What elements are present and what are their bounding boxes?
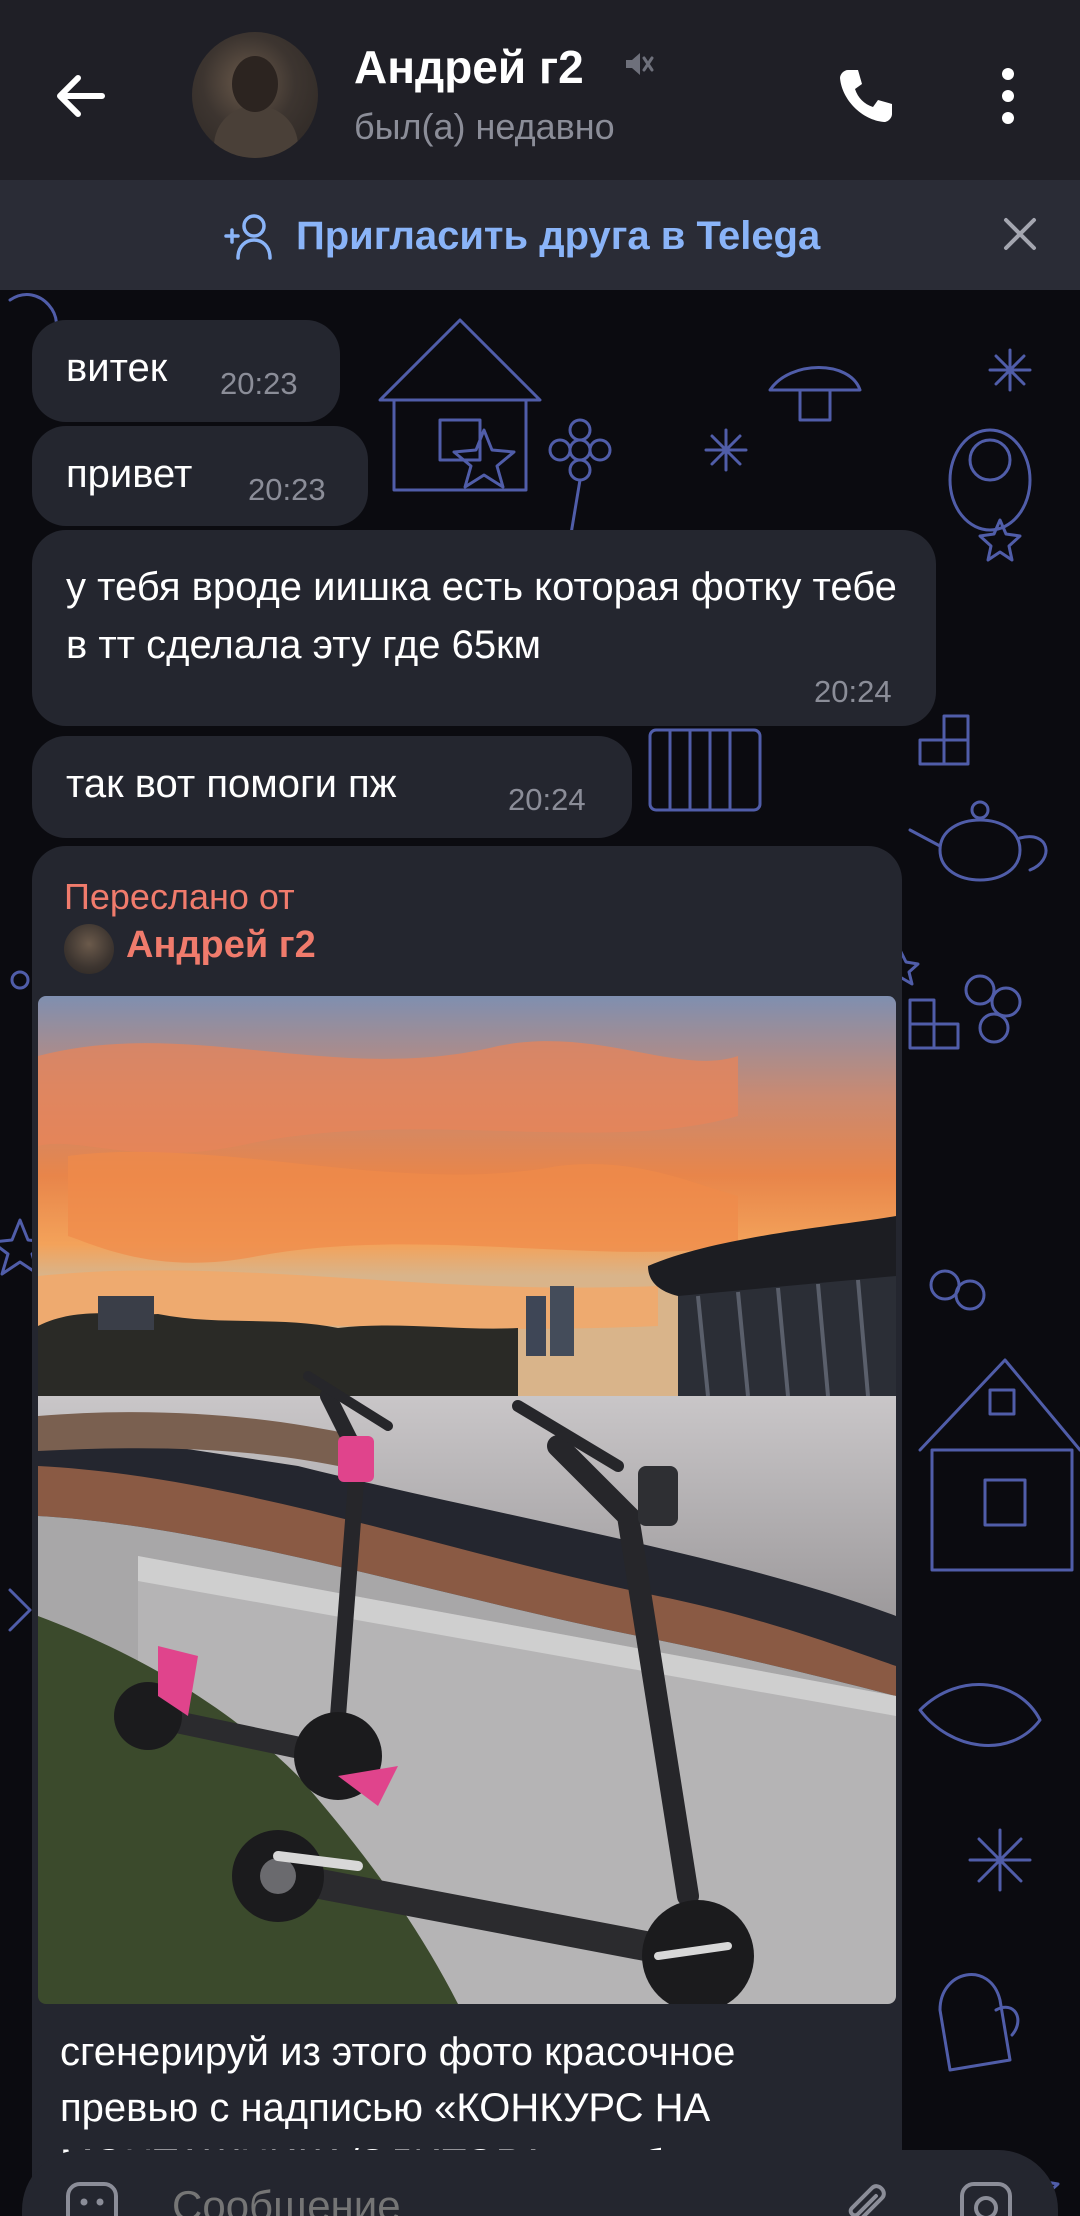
message-input-bar bbox=[22, 2150, 1058, 2216]
contact-status: был(а) недавно bbox=[354, 106, 615, 147]
message-time: 20:23 bbox=[248, 472, 326, 507]
back-arrow-icon bbox=[57, 75, 105, 117]
message-bubble[interactable]: так вот помоги пж 20:24 bbox=[32, 736, 632, 838]
emoji-icon bbox=[66, 2182, 118, 2216]
invite-text[interactable]: Пригласить друга в Telega bbox=[296, 214, 820, 259]
more-options-button[interactable] bbox=[980, 56, 1040, 136]
forwarded-label: Переслано от bbox=[64, 876, 295, 917]
forwarded-from-name[interactable]: Андрей г2 bbox=[126, 924, 316, 967]
message-time: 20:24 bbox=[508, 782, 586, 817]
message-bubble[interactable]: витек 20:23 bbox=[32, 320, 340, 422]
back-button[interactable] bbox=[40, 56, 120, 136]
message-text: витек bbox=[66, 346, 168, 390]
message-text: привет bbox=[66, 452, 193, 496]
message-bubble[interactable]: у тебя вроде иишка есть которая фотку те… bbox=[32, 530, 936, 726]
forwarded-message-bubble[interactable]: Переслано от Андрей г2 сгенерируй из это… bbox=[32, 846, 902, 2216]
camera-button[interactable] bbox=[954, 2176, 1018, 2216]
invite-banner[interactable]: Пригласить друга в Telega bbox=[0, 180, 1080, 290]
attach-icon bbox=[848, 2184, 886, 2216]
phone-icon bbox=[840, 70, 892, 122]
emoji-button[interactable] bbox=[62, 2178, 122, 2216]
close-icon bbox=[1004, 218, 1036, 250]
photo-scooters-sunset bbox=[38, 996, 896, 2004]
chat-header: Андрей г2 был(а) недавно bbox=[0, 0, 1080, 180]
message-text: так вот помоги пж bbox=[66, 762, 397, 806]
forwarded-photo[interactable] bbox=[38, 996, 896, 2004]
add-user-icon bbox=[224, 214, 272, 260]
camera-icon bbox=[960, 2182, 1012, 2216]
attach-button[interactable] bbox=[834, 2176, 894, 2216]
message-text: у тебя вроде иишка есть которая фотку те… bbox=[66, 565, 897, 667]
more-vertical-icon bbox=[1002, 68, 1014, 124]
message-time: 20:23 bbox=[220, 366, 298, 401]
message-input[interactable] bbox=[172, 2182, 772, 2216]
message-bubble[interactable]: привет 20:23 bbox=[32, 426, 368, 526]
contact-avatar[interactable] bbox=[192, 32, 318, 158]
chat-area[interactable]: витек 20:23 привет 20:23 у тебя вроде ии… bbox=[0, 290, 1080, 2216]
forwarded-avatar[interactable] bbox=[64, 924, 114, 974]
call-button[interactable] bbox=[826, 56, 906, 136]
mute-icon bbox=[626, 53, 654, 75]
contact-name[interactable]: Андрей г2 bbox=[354, 40, 584, 94]
close-invite-button[interactable] bbox=[996, 210, 1044, 258]
message-time: 20:24 bbox=[814, 674, 892, 709]
